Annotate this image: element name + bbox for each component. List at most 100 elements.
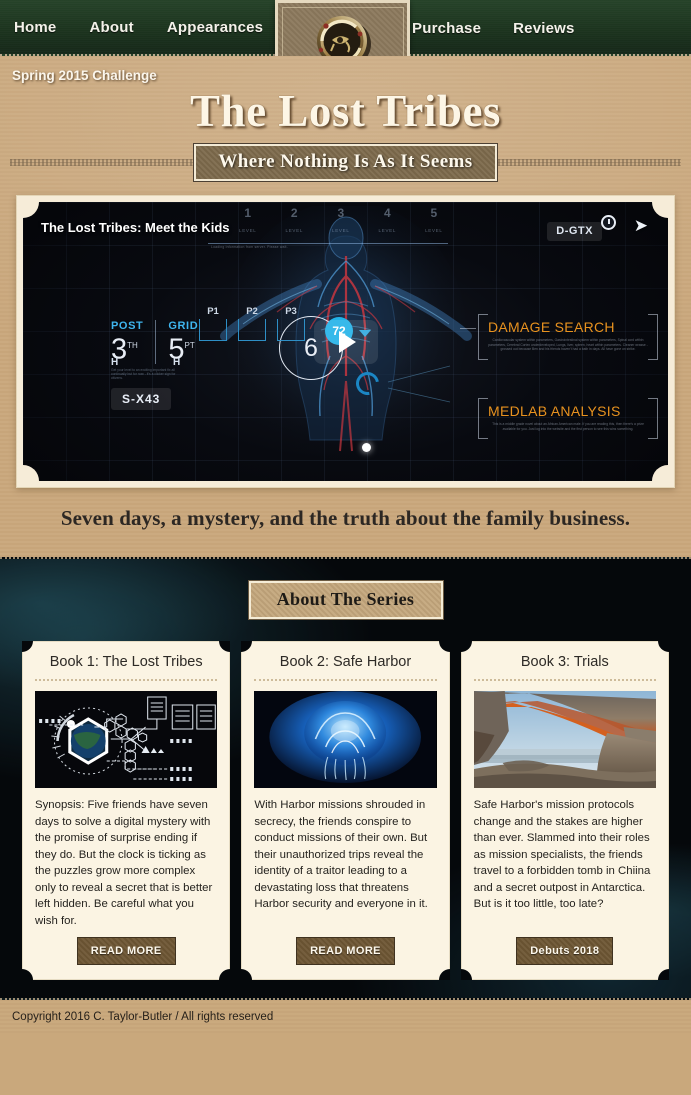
hud-h-right-label: H [173, 357, 181, 368]
video-title: The Lost Tribes: Meet the Kids [41, 220, 230, 235]
hud-port-label: P1 [207, 306, 219, 317]
book-cover-image [254, 691, 437, 788]
hud-ports-group: P1 P2 P3 [199, 306, 305, 341]
book-cards-row: Book 1: The Lost Tribes Synopsis: Five f… [0, 641, 691, 980]
book-cover-image [35, 691, 218, 788]
book-card[interactable]: Book 2: Safe Harbor With Harbor missions… [241, 641, 450, 980]
panel-tick-icon [460, 328, 476, 329]
nav-item-purchase[interactable]: Purchase [412, 20, 481, 37]
card-corner [22, 969, 33, 980]
series-section: About The Series Book 1: The Lost Tribes [0, 557, 691, 1000]
book-synopsis: With Harbor missions shrouded in secrecy… [254, 799, 428, 910]
panel-title: DAMAGE SEARCH [488, 319, 615, 335]
panel-body-text: This is a middle grade novel about an Af… [492, 422, 644, 431]
card-corner [657, 969, 669, 980]
challenge-label: Spring 2015 Challenge [12, 68, 157, 83]
tagline-row: Where Nothing Is As It Seems [0, 142, 691, 182]
nav-item-about[interactable]: About [89, 19, 133, 36]
copyright-text: Copyright 2016 C. Taylor-Butler / All ri… [12, 1010, 274, 1023]
hud-stats-row: POST 3TH GRID 5PT [111, 320, 198, 364]
loading-text: Loading information from server. Please … [211, 245, 288, 249]
mesa-arch-canyon-cover-image [473, 691, 656, 788]
nav-item-home[interactable]: Home [14, 19, 56, 36]
book-action-row: READ MORE [254, 937, 436, 965]
hud-port-box-icon [277, 319, 305, 341]
card-corner [219, 641, 231, 652]
hud-code-chip[interactable]: S-X43 [111, 388, 172, 411]
hud-port-label: P2 [246, 306, 258, 317]
loading-bar [208, 243, 448, 244]
level-indicator: 4 LEVEL [378, 206, 397, 237]
section-title-about-the-series[interactable]: About The Series [247, 580, 444, 620]
main-navigation: Home About Appearances Purchase Reviews [0, 0, 691, 83]
book-action-row: Debuts 2018 [474, 937, 656, 965]
card-corner [219, 969, 231, 980]
tagline-badge[interactable]: Where Nothing Is As It Seems [193, 142, 498, 182]
level-number: 2 [290, 206, 298, 220]
nav-item-reviews[interactable]: Reviews [513, 20, 574, 37]
nav-right-group: Purchase Reviews [412, 0, 575, 56]
book-synopsis: Synopsis: Five friends have seven days t… [35, 799, 213, 927]
clock-icon[interactable] [601, 215, 616, 230]
book-card[interactable]: Book 1: The Lost Tribes Synopsis: Five f… [22, 641, 231, 980]
level-label: LEVEL [332, 228, 350, 233]
card-corner [460, 641, 472, 652]
blue-jellyfish-cover-image [254, 691, 437, 788]
hud-post-label: POST [111, 320, 144, 332]
hud-port-box-icon [199, 319, 227, 341]
share-icon[interactable]: ➤ [634, 216, 648, 236]
panel-bracket: MEDLAB ANALYSIS This is a middle grade n… [478, 398, 658, 440]
level-number: 1 [244, 206, 252, 220]
hud-h-left-label: H [111, 357, 119, 368]
card-corner [460, 969, 472, 980]
hud-grid-label: GRID [168, 320, 199, 332]
card-corner [241, 641, 253, 652]
play-icon [339, 330, 356, 353]
video-frame: 1 LEVEL 2 LEVEL 3 LEVEL 4 LEVEL 5 LEVEL … [16, 195, 675, 488]
page-title: The Lost Tribes [190, 86, 501, 136]
level-indicators: 1 LEVEL 2 LEVEL 3 LEVEL 4 LEVEL 5 LEVEL [239, 206, 443, 237]
hud-port: P2 [238, 306, 266, 341]
nav-item-appearances[interactable]: Appearances [167, 19, 263, 36]
level-label: LEVEL [239, 228, 257, 233]
level-label: LEVEL [285, 228, 304, 233]
book-title: Book 3: Trials [473, 654, 656, 681]
hud-micro-text: Get your level to an exciting important … [111, 367, 176, 381]
level-label: LEVEL [425, 228, 443, 233]
card-corner [22, 641, 33, 652]
level-indicator: 1 LEVEL [239, 206, 257, 237]
video-player[interactable]: 1 LEVEL 2 LEVEL 3 LEVEL 4 LEVEL 5 LEVEL … [23, 202, 668, 481]
medlab-analysis-panel: MEDLAB ANALYSIS This is a middle grade n… [478, 398, 658, 440]
record-dot-icon [362, 443, 371, 452]
book-synopsis: Safe Harbor's mission protocols change a… [473, 799, 651, 910]
card-corner [438, 641, 450, 652]
level-indicator: 3 LEVEL [332, 207, 350, 237]
book-card[interactable]: Book 3: Trials Safe Harbor's mission pro… [460, 641, 669, 980]
hud-port-label: P3 [285, 306, 297, 317]
damage-search-panel: DAMAGE SEARCH Cardiovascular system with… [460, 314, 658, 360]
card-corner [241, 969, 253, 980]
hex-planet-tech-cover-image [35, 691, 218, 788]
play-button[interactable] [313, 319, 378, 364]
hud-post-suffix: TH [127, 341, 138, 350]
book-title: Book 2: Safe Harbor [254, 654, 437, 681]
hero-section: Spring 2015 Challenge The Lost Tribes Wh… [0, 56, 691, 557]
hud-stats-panel: POST 3TH GRID 5PT Get your level to an e… [111, 316, 384, 411]
level-label: LEVEL [378, 228, 397, 233]
hud-port: P3 [277, 306, 305, 341]
card-corner [657, 641, 669, 652]
read-more-button[interactable]: READ MORE [296, 937, 395, 965]
card-corner [438, 969, 450, 980]
level-number: 4 [383, 206, 391, 220]
level-indicator: 2 LEVEL [285, 206, 304, 237]
panel-body-text: Cardiovascular system within parameters,… [488, 338, 648, 352]
read-more-button[interactable]: READ MORE [76, 937, 176, 965]
hud-port: P1 [199, 306, 227, 341]
panel-title: MEDLAB ANALYSIS [488, 403, 621, 419]
level-indicator: 5 LEVEL [425, 207, 443, 237]
quality-badge[interactable]: D-GTX [547, 222, 602, 241]
hero-subtitle: Seven days, a mystery, and the truth abo… [60, 506, 631, 530]
debuts-button[interactable]: Debuts 2018 [516, 937, 614, 965]
book-title: Book 1: The Lost Tribes [35, 654, 218, 681]
panel-bracket: DAMAGE SEARCH Cardiovascular system with… [478, 314, 658, 360]
